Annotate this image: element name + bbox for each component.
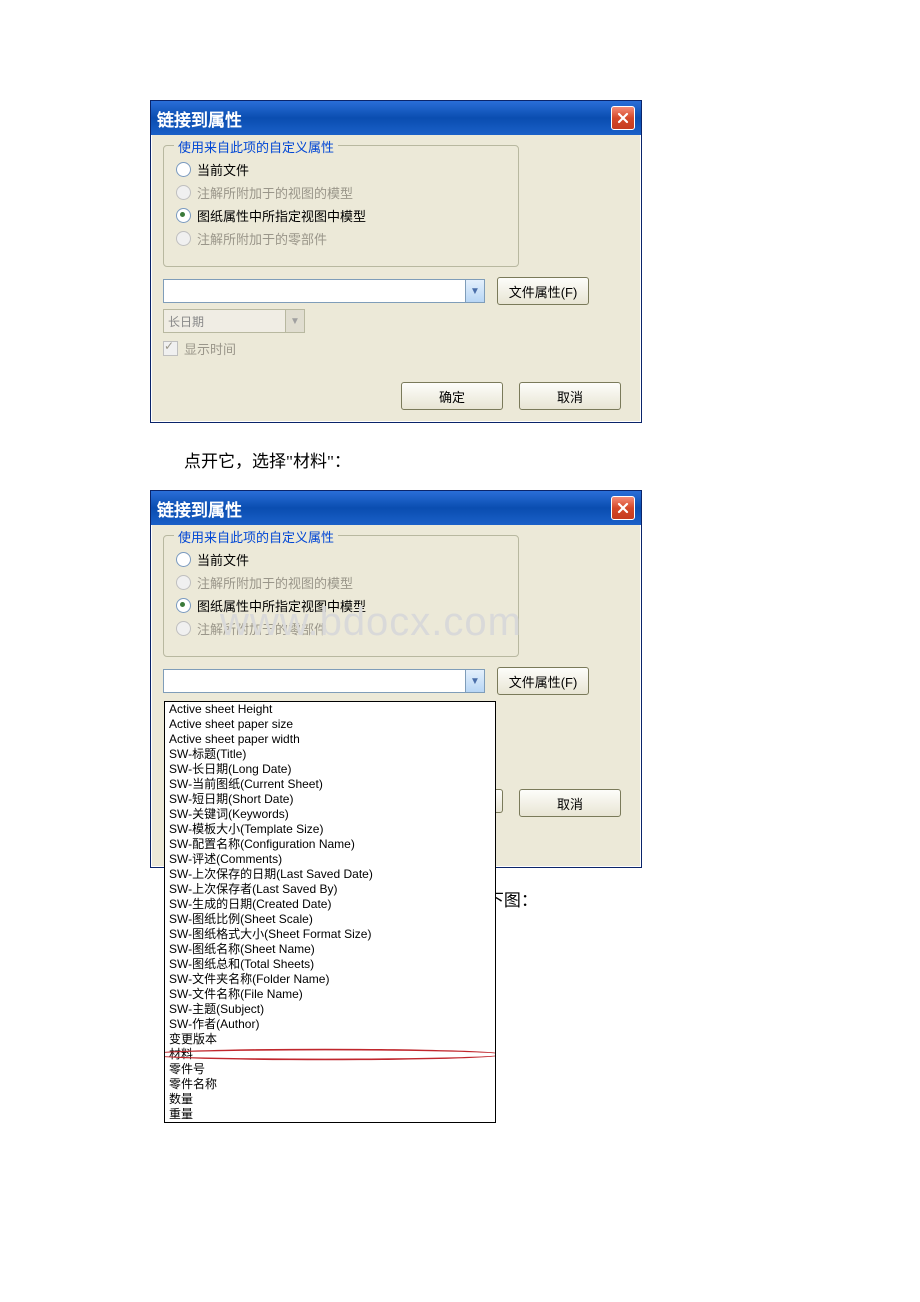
dropdown-item[interactable]: Active sheet Height (165, 702, 495, 717)
dropdown-item[interactable]: SW-图纸格式大小(Sheet Format Size) (165, 927, 495, 942)
dialog-2-wrap: www.bdocx.com 链接到属性 使用来自此项的自定义属性 当前文件 (150, 490, 640, 868)
dropdown-item[interactable]: SW-文件名称(File Name) (165, 987, 495, 1002)
dialog-buttons: 确定 取消 (163, 358, 629, 410)
radio-annotated-view: 注解所附加于的视图的模型 (176, 183, 506, 202)
cancel-button[interactable]: 取消 (519, 382, 621, 410)
radio-icon (176, 162, 191, 177)
titlebar: 链接到属性 (151, 491, 641, 525)
dropdown-item[interactable]: SW-图纸名称(Sheet Name) (165, 942, 495, 957)
file-properties-button[interactable]: 文件属性(F) (497, 667, 589, 695)
chevron-down-icon: ▼ (465, 670, 484, 692)
titlebar: 链接到属性 (151, 101, 641, 135)
radio-label: 当前文件 (197, 550, 249, 569)
show-time-checkbox (163, 341, 178, 356)
dropdown-item[interactable]: SW-上次保存的日期(Last Saved Date) (165, 867, 495, 882)
dropdown-item[interactable]: SW-生成的日期(Created Date) (165, 897, 495, 912)
radio-icon (176, 185, 191, 200)
property-combo-row: ▼ 文件属性(F) (163, 277, 629, 305)
close-button[interactable] (611, 496, 635, 520)
file-properties-button[interactable]: 文件属性(F) (497, 277, 589, 305)
close-button[interactable] (611, 106, 635, 130)
radio-icon (176, 598, 191, 613)
cancel-button[interactable]: 取消 (519, 789, 621, 817)
radio-label: 当前文件 (197, 160, 249, 179)
dropdown-item[interactable]: SW-标题(Title) (165, 747, 495, 762)
radio-sheet-model[interactable]: 图纸属性中所指定视图中模型 (176, 206, 506, 225)
show-time-row: 显示时间 (163, 339, 629, 358)
dropdown-item[interactable]: SW-图纸比例(Sheet Scale) (165, 912, 495, 927)
close-icon (617, 112, 629, 124)
radio-annotated-view: 注解所附加于的视图的模型 (176, 573, 506, 592)
radio-current-file[interactable]: 当前文件 (176, 160, 506, 179)
checkbox-label: 显示时间 (184, 339, 236, 358)
dropdown-item[interactable]: 重量 (165, 1107, 495, 1122)
date-combo-row: 长日期 ▼ (163, 309, 629, 333)
ok-button[interactable]: 确定 (401, 382, 503, 410)
property-combo-row: ▼ 文件属性(F) (163, 667, 629, 695)
radio-annotated-part: 注解所附加于的零部件 (176, 229, 506, 248)
dropdown-item[interactable]: 材料 (165, 1047, 495, 1062)
radio-current-file[interactable]: 当前文件 (176, 550, 506, 569)
group-title: 使用来自此项的自定义属性 (174, 137, 338, 156)
dropdown-item[interactable]: Active sheet paper width (165, 732, 495, 747)
dropdown-item[interactable]: SW-关键词(Keywords) (165, 807, 495, 822)
dropdown-item[interactable]: SW-上次保存者(Last Saved By) (165, 882, 495, 897)
chevron-down-icon: ▼ (285, 310, 304, 332)
dropdown-item[interactable]: SW-当前图纸(Current Sheet) (165, 777, 495, 792)
radio-icon (176, 575, 191, 590)
dialog-link-to-property-1: 链接到属性 使用来自此项的自定义属性 当前文件 注解所附加于的视图的模型 (150, 100, 642, 423)
group-custom-props: 使用来自此项的自定义属性 当前文件 注解所附加于的视图的模型 图纸属性中所指定视… (163, 535, 519, 657)
caption-1: 点开它，选择"材料"： (150, 447, 770, 472)
dialog-body: 使用来自此项的自定义属性 当前文件 注解所附加于的视图的模型 图纸属性中所指定视… (151, 135, 641, 422)
dialog-title: 链接到属性 (157, 106, 242, 131)
dropdown-item[interactable]: SW-主题(Subject) (165, 1002, 495, 1017)
dropdown-item[interactable]: SW-配置名称(Configuration Name) (165, 837, 495, 852)
radio-icon (176, 552, 191, 567)
radio-label: 图纸属性中所指定视图中模型 (197, 206, 366, 225)
close-icon (617, 502, 629, 514)
dialog-link-to-property-2: 链接到属性 使用来自此项的自定义属性 当前文件 注解所附加于的 (150, 490, 642, 868)
radio-icon (176, 208, 191, 223)
dropdown-item[interactable]: 零件号 (165, 1062, 495, 1077)
radio-icon (176, 231, 191, 246)
dropdown-item[interactable]: SW-图纸总和(Total Sheets) (165, 957, 495, 972)
date-format-combo: 长日期 ▼ (163, 309, 305, 333)
dialog-title: 链接到属性 (157, 496, 242, 521)
dropdown-item[interactable]: Active sheet paper size (165, 717, 495, 732)
radio-label: 注解所附加于的零部件 (197, 229, 327, 248)
chevron-down-icon: ▼ (465, 280, 484, 302)
dialog-body: 使用来自此项的自定义属性 当前文件 注解所附加于的视图的模型 图纸属性中所指定视… (151, 525, 641, 867)
dropdown-item[interactable]: SW-长日期(Long Date) (165, 762, 495, 777)
property-combo[interactable]: ▼ (163, 669, 485, 693)
combo-text (164, 280, 465, 302)
dropdown-item[interactable]: SW-模板大小(Template Size) (165, 822, 495, 837)
property-dropdown-list[interactable]: Active sheet HeightActive sheet paper si… (164, 701, 496, 1123)
combo-text: 长日期 (164, 310, 285, 332)
radio-sheet-model[interactable]: 图纸属性中所指定视图中模型 (176, 596, 506, 615)
group-title: 使用来自此项的自定义属性 (174, 527, 338, 546)
dropdown-item[interactable]: SW-作者(Author) (165, 1017, 495, 1032)
dropdown-item[interactable]: SW-评述(Comments) (165, 852, 495, 867)
radio-icon (176, 621, 191, 636)
property-combo[interactable]: ▼ (163, 279, 485, 303)
radio-annotated-part: 注解所附加于的零部件 (176, 619, 506, 638)
combo-text (164, 670, 465, 692)
dropdown-item[interactable]: 数量 (165, 1092, 495, 1107)
dropdown-item[interactable]: 变更版本 (165, 1032, 495, 1047)
dropdown-item[interactable]: SW-短日期(Short Date) (165, 792, 495, 807)
radio-label: 图纸属性中所指定视图中模型 (197, 596, 366, 615)
radio-label: 注解所附加于的视图的模型 (197, 183, 353, 202)
dropdown-item[interactable]: 零件名称 (165, 1077, 495, 1092)
dropdown-item[interactable]: SW-文件夹名称(Folder Name) (165, 972, 495, 987)
group-custom-props: 使用来自此项的自定义属性 当前文件 注解所附加于的视图的模型 图纸属性中所指定视… (163, 145, 519, 267)
radio-label: 注解所附加于的视图的模型 (197, 573, 353, 592)
radio-label: 注解所附加于的零部件 (197, 619, 327, 638)
